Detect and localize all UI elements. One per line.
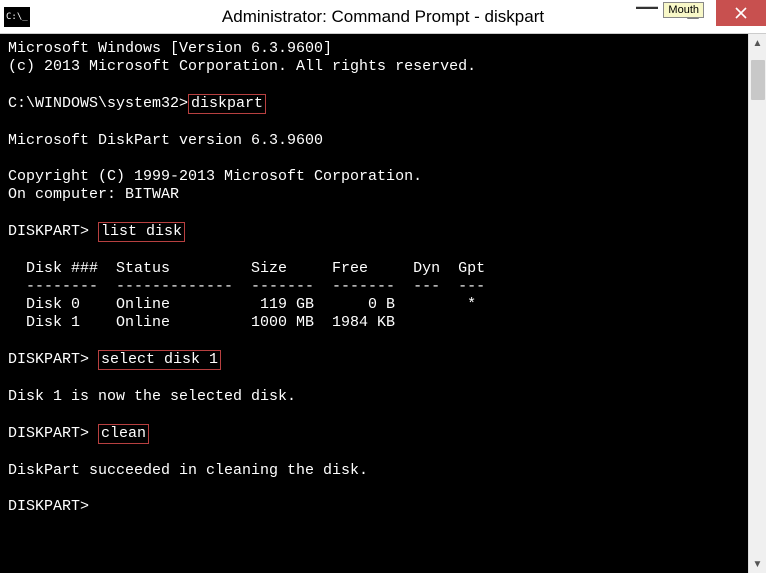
output-line: Microsoft DiskPart version 6.3.9600 xyxy=(8,132,323,149)
command-highlight-diskpart: diskpart xyxy=(188,94,266,114)
command-highlight-selectdisk: select disk 1 xyxy=(98,350,221,370)
scroll-down-arrow-icon[interactable]: ▼ xyxy=(749,555,766,573)
diskpart-prompt: DISKPART> xyxy=(8,351,98,368)
command-highlight-clean: clean xyxy=(98,424,149,444)
terminal-area[interactable]: Microsoft Windows [Version 6.3.9600] (c)… xyxy=(0,34,766,573)
prompt-prefix: C:\WINDOWS\system32> xyxy=(8,95,188,112)
output-line: Disk 1 is now the selected disk. xyxy=(8,388,296,405)
titlebar[interactable]: C:\_ Administrator: Command Prompt - dis… xyxy=(0,0,766,34)
diskpart-prompt: DISKPART> xyxy=(8,498,89,515)
output-line: Copyright (C) 1999-2013 Microsoft Corpor… xyxy=(8,168,422,185)
scroll-up-arrow-icon[interactable]: ▲ xyxy=(749,34,766,52)
close-button[interactable] xyxy=(716,0,766,26)
table-header: Disk ### Status Size Free Dyn Gpt xyxy=(8,260,485,277)
cmd-system-icon: C:\_ xyxy=(4,7,30,27)
table-row: Disk 1 Online 1000 MB 1984 KB xyxy=(8,314,395,331)
command-highlight-listdisk: list disk xyxy=(98,222,185,242)
output-line: On computer: BITWAR xyxy=(8,186,179,203)
output-line: Microsoft Windows [Version 6.3.9600] xyxy=(8,40,332,57)
output-line: (c) 2013 Microsoft Corporation. All righ… xyxy=(8,58,476,75)
scrollbar-thumb[interactable] xyxy=(751,60,765,100)
table-row: Disk 0 Online 119 GB 0 B * xyxy=(8,296,476,313)
table-divider: -------- ------------- ------- ------- -… xyxy=(8,278,485,295)
scrollbar-track[interactable] xyxy=(749,52,766,555)
vertical-scrollbar[interactable]: ▲ ▼ xyxy=(748,34,766,573)
close-icon xyxy=(735,7,747,19)
tooltip-label: Mouth xyxy=(663,2,704,18)
diskpart-prompt: DISKPART> xyxy=(8,223,98,240)
output-line: DiskPart succeeded in cleaning the disk. xyxy=(8,462,368,479)
diskpart-prompt: DISKPART> xyxy=(8,425,98,442)
